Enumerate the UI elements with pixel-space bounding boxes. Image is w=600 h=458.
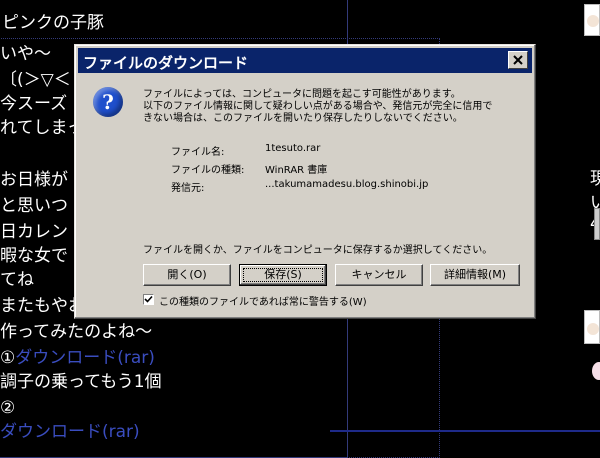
checkmark-icon: [144, 295, 153, 303]
blog-line: またもやお: [0, 296, 85, 316]
warning-line: 以下のファイル情報に関して疑わしい点がある場合や、発信元が完全に信用で: [143, 101, 493, 112]
sidebar-widget: [584, 310, 600, 344]
focus-ring: [243, 268, 323, 282]
blog-line: お日様が: [0, 170, 68, 190]
avatar-icon: [587, 323, 599, 335]
always-warn-label: この種類のファイルであれば常に警告する(W): [159, 297, 367, 308]
details-button[interactable]: 詳細情報(M): [430, 264, 520, 286]
blog-line: れてしまっ: [0, 118, 84, 138]
warning-line: ファイルによっては、コンピュータに問題を起こす可能性があります。: [143, 89, 461, 100]
blog-title: ピンクの子豚: [2, 13, 104, 33]
dialog-titlebar[interactable]: ファイルのダウンロード: [78, 48, 532, 73]
blog-line: てね: [0, 270, 34, 290]
blog-line: 暇な女で: [0, 246, 68, 266]
open-button[interactable]: 開く(O): [143, 264, 231, 286]
file-type-value: WinRAR 書庫: [265, 165, 328, 176]
always-warn-checkbox[interactable]: [143, 294, 154, 305]
decoration-icon: [592, 362, 600, 380]
file-download-dialog: ファイルのダウンロード ? ファイルによっては、コンピュータに問題を起こす可能性…: [74, 44, 536, 319]
source-label: 発信元:: [171, 183, 205, 194]
sidebar-widget: [584, 4, 600, 36]
sidebar-control[interactable]: [594, 208, 600, 240]
blog-line: 調子の乗ってもう1個: [0, 372, 162, 392]
download-line-2: ダウンロード(rar): [0, 422, 140, 443]
blog-line: 〔(＞▽＜: [0, 70, 71, 90]
warning-text: ファイルによっては、コンピュータに問題を起こす可能性があります。 以下のファイル…: [143, 89, 523, 125]
file-type-label: ファイルの種類:: [171, 165, 245, 176]
close-icon: [513, 55, 523, 65]
file-name-label: ファイル名:: [171, 147, 225, 158]
sidebar-text: 現: [590, 169, 600, 189]
list-marker: ①: [0, 348, 16, 368]
download-link[interactable]: ダウンロード(rar): [15, 348, 155, 368]
blog-line: 今スーズ: [0, 94, 68, 114]
dialog-title: ファイルのダウンロード: [83, 54, 249, 72]
warning-line: きない場合は、このファイルを開いたり保存したりしないでください。: [143, 113, 463, 124]
file-name-value: 1tesuto.rar: [265, 143, 321, 154]
list-marker: ②: [0, 398, 16, 418]
blog-line: と思いつ: [0, 196, 68, 216]
question-icon: ?: [93, 87, 123, 117]
avatar-icon: [587, 15, 599, 27]
download-link[interactable]: ダウンロード(rar): [0, 422, 140, 442]
prompt-text: ファイルを開くか、ファイルをコンピュータに保存するか選択してください。: [143, 245, 493, 256]
blog-line: 日カレン: [0, 222, 68, 242]
close-button[interactable]: [508, 51, 528, 69]
save-button[interactable]: 保存(S): [239, 264, 327, 286]
download-line-1: ①ダウンロード(rar): [0, 348, 155, 369]
blog-line: いや～: [0, 44, 51, 64]
source-value: ...takumamadesu.blog.shinobi.jp: [265, 179, 429, 190]
cancel-button[interactable]: キャンセル: [335, 264, 423, 286]
footer-divider: [330, 430, 600, 432]
blog-line: 作ってみたのよね～: [0, 322, 153, 342]
